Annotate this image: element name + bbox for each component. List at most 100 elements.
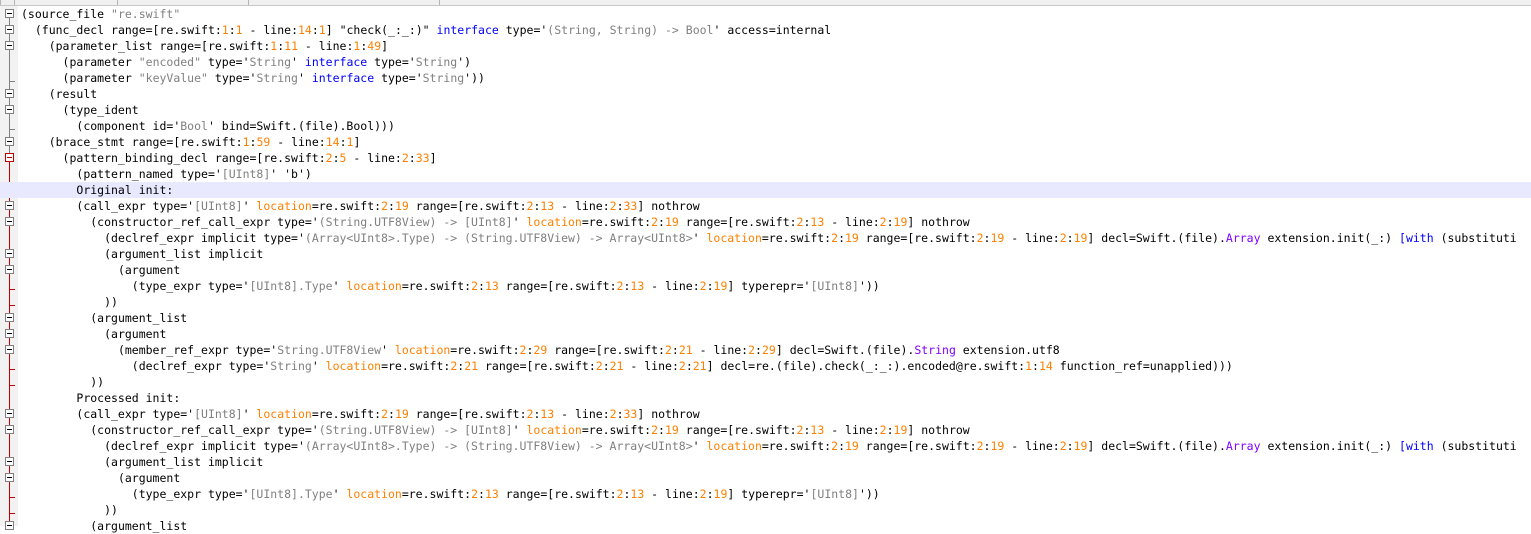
code-line[interactable]: (result [0, 86, 1531, 102]
code-line[interactable]: (call_expr type='[UInt8]' location=re.sw… [0, 406, 1531, 422]
fold-toggle-icon[interactable] [5, 217, 14, 226]
code-line[interactable]: (pattern_named type='[UInt8]' 'b') [0, 166, 1531, 182]
code-line[interactable]: Processed init: [0, 390, 1531, 406]
fold-toggle-icon[interactable] [5, 41, 14, 50]
code-token: ' [311, 359, 326, 373]
code-token: (argument_list implicit [104, 455, 264, 469]
code-text: (argument [21, 262, 180, 278]
code-token: - line: [242, 23, 298, 37]
fold-toggle-icon[interactable] [5, 345, 14, 354]
code-line[interactable]: )) [0, 294, 1531, 310]
code-token: location [706, 231, 762, 245]
code-token: type=' [374, 71, 423, 85]
fold-toggle-icon[interactable] [5, 153, 14, 162]
fold-toggle-icon[interactable] [5, 409, 14, 418]
code-line[interactable]: (type_ident [0, 102, 1531, 118]
code-line[interactable]: (source_file "re.swift" [0, 6, 1531, 22]
code-token: ' 'b') [270, 167, 312, 181]
code-token: (argument [117, 471, 181, 485]
code-token: 33 [623, 407, 638, 421]
code-view[interactable]: (source_file "re.swift" (func_decl range… [0, 6, 1531, 534]
fold-toggle-icon[interactable] [5, 265, 14, 274]
code-line[interactable]: (argument_list implicit [0, 454, 1531, 470]
code-line[interactable]: )) [0, 502, 1531, 518]
code-token: interface [436, 23, 499, 37]
fold-toggle-icon[interactable] [5, 457, 14, 466]
code-token: 2 [976, 439, 984, 453]
code-token: [UInt8] [194, 199, 243, 213]
code-token: : [1032, 359, 1039, 373]
code-line[interactable]: Original init: [0, 182, 1531, 198]
code-token: (pattern_binding_decl range=[re.swift: [62, 151, 326, 165]
code-line[interactable]: )) [0, 374, 1531, 390]
fold-toggle-icon[interactable] [5, 105, 14, 114]
fold-toggle-icon[interactable] [5, 9, 14, 18]
fold-toggle-icon[interactable] [5, 25, 14, 34]
code-line[interactable]: (member_ref_expr type='String.UTF8View' … [0, 342, 1531, 358]
code-line[interactable]: (pattern_binding_decl range=[re.swift:2:… [0, 150, 1531, 166]
fold-toggle-icon[interactable] [5, 89, 14, 98]
code-line[interactable]: (declref_expr implicit type='(Array<UInt… [0, 230, 1531, 246]
code-line[interactable]: (argument [0, 262, 1531, 278]
code-token: 2 [401, 151, 409, 165]
code-line[interactable]: (parameter "keyValue" type='String' inte… [0, 70, 1531, 86]
code-token: Original init: [76, 183, 174, 197]
code-token: 2 [1059, 231, 1067, 245]
code-token: String [415, 55, 458, 69]
code-token: : [478, 279, 485, 293]
file-tab[interactable] [117, 0, 249, 5]
code-token: "re.swift" [111, 7, 181, 21]
fold-toggle-icon[interactable] [5, 201, 14, 210]
code-token: ' bind=Swift.(file).Bool))) [207, 119, 395, 133]
fold-toggle-icon[interactable] [5, 249, 14, 258]
code-token: 19 [1073, 231, 1088, 245]
code-line[interactable]: (constructor_ref_call_expr type='(String… [0, 422, 1531, 438]
code-token: (substituti [1433, 439, 1517, 453]
code-token: 13 [810, 215, 825, 229]
fold-end-marker [9, 385, 15, 386]
code-line[interactable]: (parameter_list range=[re.swift:1:11 - l… [0, 38, 1531, 54]
code-text: (parameter "keyValue" type='String' inte… [21, 70, 485, 86]
code-line[interactable]: (argument [0, 470, 1531, 486]
code-token: =re.swift: [311, 199, 382, 213]
code-token: : [658, 215, 665, 229]
code-line[interactable]: (component id='Bool' bind=Swift.(file).B… [0, 118, 1531, 134]
code-line[interactable]: (call_expr type='[UInt8]' location=re.sw… [0, 198, 1531, 214]
code-line[interactable]: (declref_expr type='String' location=re.… [0, 358, 1531, 374]
code-line[interactable]: (brace_stmt range=[re.swift:1: 59 - line:… [0, 134, 1531, 150]
code-line[interactable]: (argument [0, 326, 1531, 342]
code-line[interactable]: (argument_list implicit [0, 246, 1531, 262]
fold-toggle-icon[interactable] [5, 329, 14, 338]
file-tab[interactable] [248, 0, 440, 5]
code-line[interactable]: (type_expr type='[UInt8].Type' location=… [0, 278, 1531, 294]
code-token: range=[re.swift: [408, 407, 527, 421]
code-token: type=' [201, 55, 250, 69]
code-token: : [311, 23, 319, 37]
code-token: =re.swift: [381, 359, 451, 373]
code-line[interactable]: (declref_expr implicit type='(Array<UInt… [0, 438, 1531, 454]
code-token: =re.swift: [581, 215, 652, 229]
code-token: 2 [699, 279, 707, 293]
code-line[interactable]: (argument_list [0, 518, 1531, 534]
code-token: : [1066, 231, 1074, 245]
file-tab[interactable] [0, 0, 15, 5]
fold-toggle-icon[interactable] [5, 473, 14, 482]
fold-toggle-icon[interactable] [5, 313, 14, 322]
code-text: (declref_expr type='String' location=re.… [21, 358, 1233, 374]
code-line[interactable]: (type_expr type='[UInt8].Type' location=… [0, 486, 1531, 502]
code-line[interactable]: (parameter "encoded" type='String' inter… [0, 54, 1531, 70]
fold-toggle-icon[interactable] [5, 137, 14, 146]
code-token: ')) [858, 487, 880, 501]
fold-toggle-icon[interactable] [5, 425, 14, 434]
code-token: 19 [664, 423, 679, 437]
code-token: : [1066, 439, 1074, 453]
code-line[interactable]: (constructor_ref_call_expr type='(String… [0, 214, 1531, 230]
code-line[interactable]: (argument_list [0, 310, 1531, 326]
code-token: 1 [242, 135, 250, 149]
code-line[interactable]: (func_decl range=[re.swift:1:1 - line:14… [0, 22, 1531, 38]
code-token: =re.swift: [581, 423, 652, 437]
